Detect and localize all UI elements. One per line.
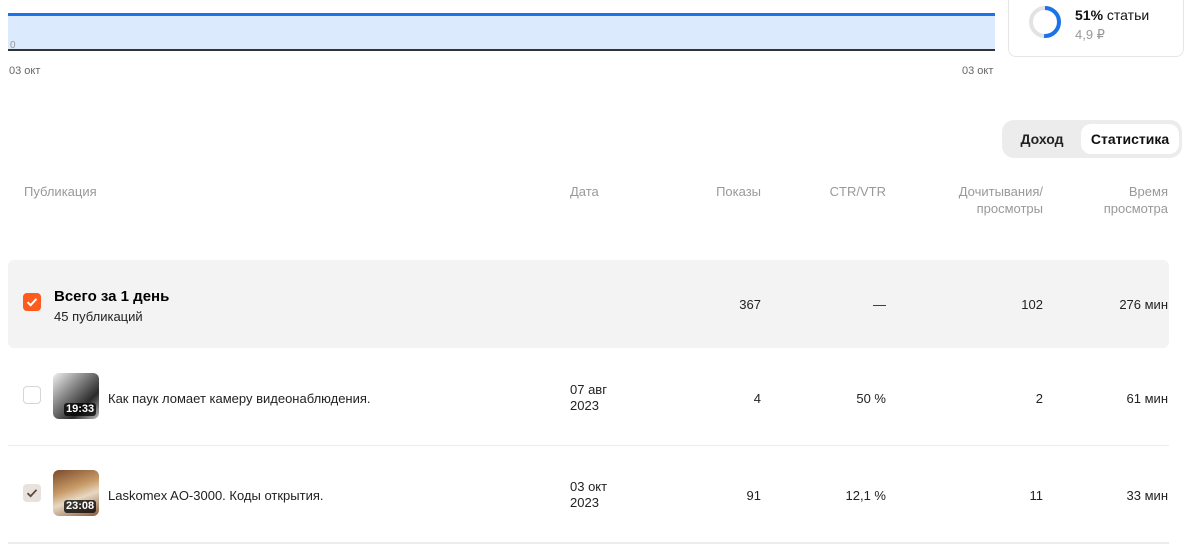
chart-series-line [8,13,995,16]
total-ctr: — [873,297,886,312]
chart-baseline [8,49,995,51]
row-impressions: 91 [746,488,761,503]
check-icon [26,489,38,498]
check-icon [26,298,38,307]
total-reads: 102 [1021,297,1043,312]
table-row[interactable]: 23:08 Laskomex AO-3000. Коды открытия. 0… [8,446,1169,543]
column-header-date[interactable]: Дата [570,183,599,200]
articles-share-card: 51% статьи 4,9 ₽ [1008,0,1184,57]
row-ctr: 50 % [856,391,886,406]
share-percent: 51% [1075,7,1104,23]
share-amount: 4,9 ₽ [1075,27,1105,42]
publication-title[interactable]: Как паук ломает камеру видеонаблюдения. [108,391,371,406]
row-reads: 2 [1035,391,1043,406]
publication-date: 03 окт 2023 [570,479,607,511]
total-row: Всего за 1 день 45 публикаций 367 — 102 … [8,260,1169,348]
total-checkbox[interactable] [23,293,41,311]
chart-x-end-label: 03 окт [962,65,994,77]
video-thumbnail[interactable]: 19:33 [53,373,99,419]
row-watch-time: 61 мин [1126,391,1168,406]
income-stats-toggle: Доход Статистика [1002,120,1182,158]
column-header-watch-time[interactable]: Время просмотра [1070,183,1168,217]
row-impressions: 4 [753,391,761,406]
column-header-publication[interactable]: Публикация [24,183,97,200]
chart-y-zero-label: 0 [10,40,16,51]
column-header-ctr[interactable]: CTR/VTR [800,183,886,200]
publication-date-day: 03 окт [570,479,608,494]
publication-title[interactable]: Laskomex AO-3000. Коды открытия. [108,488,323,503]
total-subtitle: 45 публикаций [54,309,143,324]
row-reads: 11 [1029,488,1044,503]
row-watch-time: 33 мин [1126,488,1168,503]
column-header-impressions[interactable]: Показы [680,183,761,200]
video-thumbnail[interactable]: 23:08 [53,470,99,516]
column-header-reads-line1: Дочитывания/ [958,184,1043,199]
share-value: 51% статьи [1075,7,1149,23]
publication-date-year: 2023 [570,495,599,510]
total-title: Всего за 1 день [54,288,170,305]
publication-date-year: 2023 [570,398,599,413]
chart-x-start-label: 03 окт [9,65,41,77]
video-duration: 19:33 [64,403,97,416]
row-ctr: 12,1 % [845,488,886,503]
column-header-time-line2: просмотра [1103,201,1168,216]
views-chart: 0 [8,0,995,56]
publication-date-day: 07 авг [570,382,607,397]
share-label: статьи [1106,7,1150,23]
tab-income[interactable]: Доход [1006,124,1078,154]
row-checkbox[interactable] [23,386,41,404]
publication-date: 07 авг 2023 [570,382,607,414]
column-header-time-line1: Время [1128,184,1168,199]
tab-statistics[interactable]: Статистика [1081,124,1179,154]
column-header-reads[interactable]: Дочитывания/ просмотры [930,183,1043,217]
video-duration: 23:08 [64,500,97,513]
chart-area-fill [8,14,995,50]
total-watch-time: 276 мин [1119,297,1168,312]
column-header-reads-line2: просмотры [976,201,1043,216]
row-checkbox[interactable] [23,484,41,502]
total-impressions: 367 [739,297,761,312]
table-row[interactable]: 19:33 Как паук ломает камеру видеонаблюд… [8,349,1169,446]
share-ring-icon [1029,6,1061,38]
